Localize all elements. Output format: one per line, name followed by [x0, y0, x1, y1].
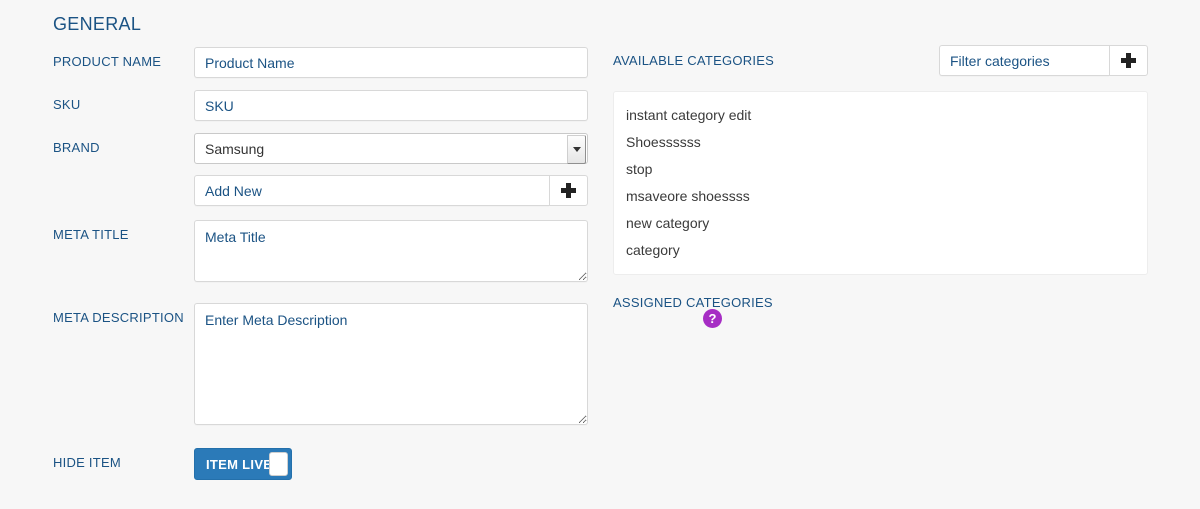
list-item[interactable]: category: [614, 237, 1147, 264]
list-item[interactable]: Shoessssss: [614, 129, 1147, 156]
field-hide-item: HIDE ITEM ITEM LIVE: [53, 448, 598, 480]
label-assigned-categories: ASSIGNED CATEGORIES: [613, 295, 773, 310]
label-sku: SKU: [53, 97, 81, 112]
field-add-new-brand: [53, 175, 598, 206]
available-categories-header: AVAILABLE CATEGORIES: [613, 45, 1148, 83]
categories-section: AVAILABLE CATEGORIES instant category ed…: [613, 45, 1148, 310]
list-item[interactable]: msaveore shoessss: [614, 183, 1147, 210]
filter-categories-input[interactable]: [939, 45, 1109, 76]
field-product-name: PRODUCT NAME: [53, 47, 598, 78]
label-meta-description: META DESCRIPTION: [53, 310, 184, 325]
item-live-toggle[interactable]: ITEM LIVE: [194, 448, 292, 480]
general-section: GENERAL PRODUCT NAME SKU BRAND Samsung: [53, 14, 722, 492]
control-meta-description: ?: [194, 303, 722, 430]
label-meta-title: META TITLE: [53, 227, 129, 242]
product-name-input[interactable]: [194, 47, 588, 78]
field-meta-title: META TITLE ?: [53, 220, 722, 287]
control-meta-title: ?: [194, 220, 722, 287]
product-general-form: GENERAL PRODUCT NAME SKU BRAND Samsung: [0, 0, 1200, 509]
label-product-name: PRODUCT NAME: [53, 54, 162, 69]
label-brand: BRAND: [53, 140, 100, 155]
page-title: GENERAL: [53, 14, 142, 34]
label-spacer-add-new: [53, 175, 194, 182]
sku-input[interactable]: [194, 90, 588, 121]
control-brand: Samsung: [194, 133, 598, 164]
meta-title-textarea[interactable]: [194, 220, 588, 282]
field-brand: BRAND Samsung: [53, 133, 598, 164]
control-product-name: [194, 47, 598, 78]
label-hide-item: HIDE ITEM: [53, 455, 121, 470]
add-new-brand-input[interactable]: [194, 175, 549, 206]
list-item[interactable]: stop: [614, 156, 1147, 183]
filter-categories-group: [939, 45, 1148, 76]
field-meta-description: META DESCRIPTION ?: [53, 303, 722, 430]
control-hide-item: ITEM LIVE: [194, 448, 598, 480]
question-mark-icon[interactable]: ?: [703, 309, 722, 328]
field-sku: SKU: [53, 90, 598, 121]
item-live-toggle-label: ITEM LIVE: [206, 456, 273, 472]
add-brand-button[interactable]: [549, 175, 588, 206]
add-category-button[interactable]: [1109, 45, 1148, 76]
brand-select[interactable]: Samsung: [194, 133, 588, 164]
available-categories-list[interactable]: instant category edit Shoessssss stop ms…: [613, 91, 1148, 275]
add-new-brand-group: [194, 175, 588, 206]
brand-select-wrapper: Samsung: [194, 133, 588, 164]
toggle-knob[interactable]: [269, 452, 288, 476]
list-item[interactable]: instant category edit: [614, 102, 1147, 129]
list-item[interactable]: new category: [614, 210, 1147, 237]
plus-icon: [1121, 53, 1136, 68]
control-add-new-brand: [194, 175, 598, 206]
control-sku: [194, 90, 598, 121]
meta-description-textarea[interactable]: [194, 303, 588, 425]
plus-icon: [561, 183, 576, 198]
